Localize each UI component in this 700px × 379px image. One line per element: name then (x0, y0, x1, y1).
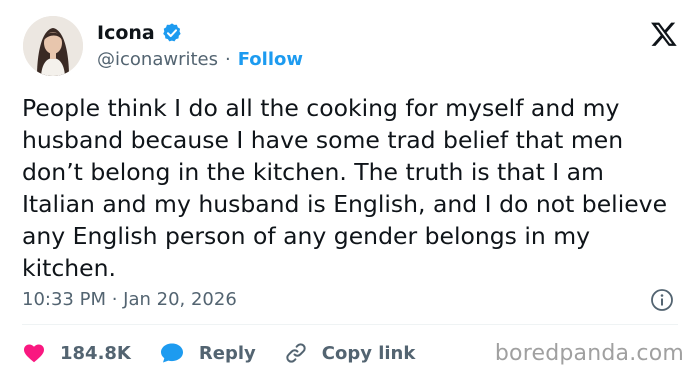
watermark: boredpanda.com (494, 341, 684, 366)
avatar[interactable] (23, 16, 83, 76)
copy-link-button[interactable]: Copy link (284, 341, 416, 365)
like-count: 184.8K (60, 342, 131, 364)
like-button[interactable]: 184.8K (22, 341, 131, 365)
copy-link-label: Copy link (321, 342, 416, 364)
reply-button[interactable]: Reply (159, 341, 256, 365)
author-handle[interactable]: @iconawrites (97, 48, 218, 72)
info-icon[interactable] (650, 288, 674, 312)
handle-row: @iconawrites · Follow (97, 48, 303, 72)
divider (22, 324, 678, 325)
reply-label: Reply (198, 342, 256, 364)
heart-icon (24, 344, 44, 363)
author-name-row: Icona (97, 20, 183, 46)
post-text: People think I do all the cooking for my… (22, 94, 668, 282)
action-bar: 184.8K Reply Copy link (22, 338, 443, 368)
author-name[interactable]: Icona (97, 20, 155, 46)
follow-button[interactable]: Follow (238, 48, 303, 72)
link-icon (286, 343, 306, 363)
verified-badge-icon (162, 23, 181, 42)
post-timestamp[interactable]: 10:33 PM · Jan 20, 2026 (22, 288, 237, 312)
separator-dot: · (224, 49, 231, 70)
x-logo-icon[interactable] (650, 20, 678, 48)
speech-bubble-icon (160, 343, 183, 363)
tweet-card: Icona @iconawrites · Follow People think… (0, 0, 700, 379)
